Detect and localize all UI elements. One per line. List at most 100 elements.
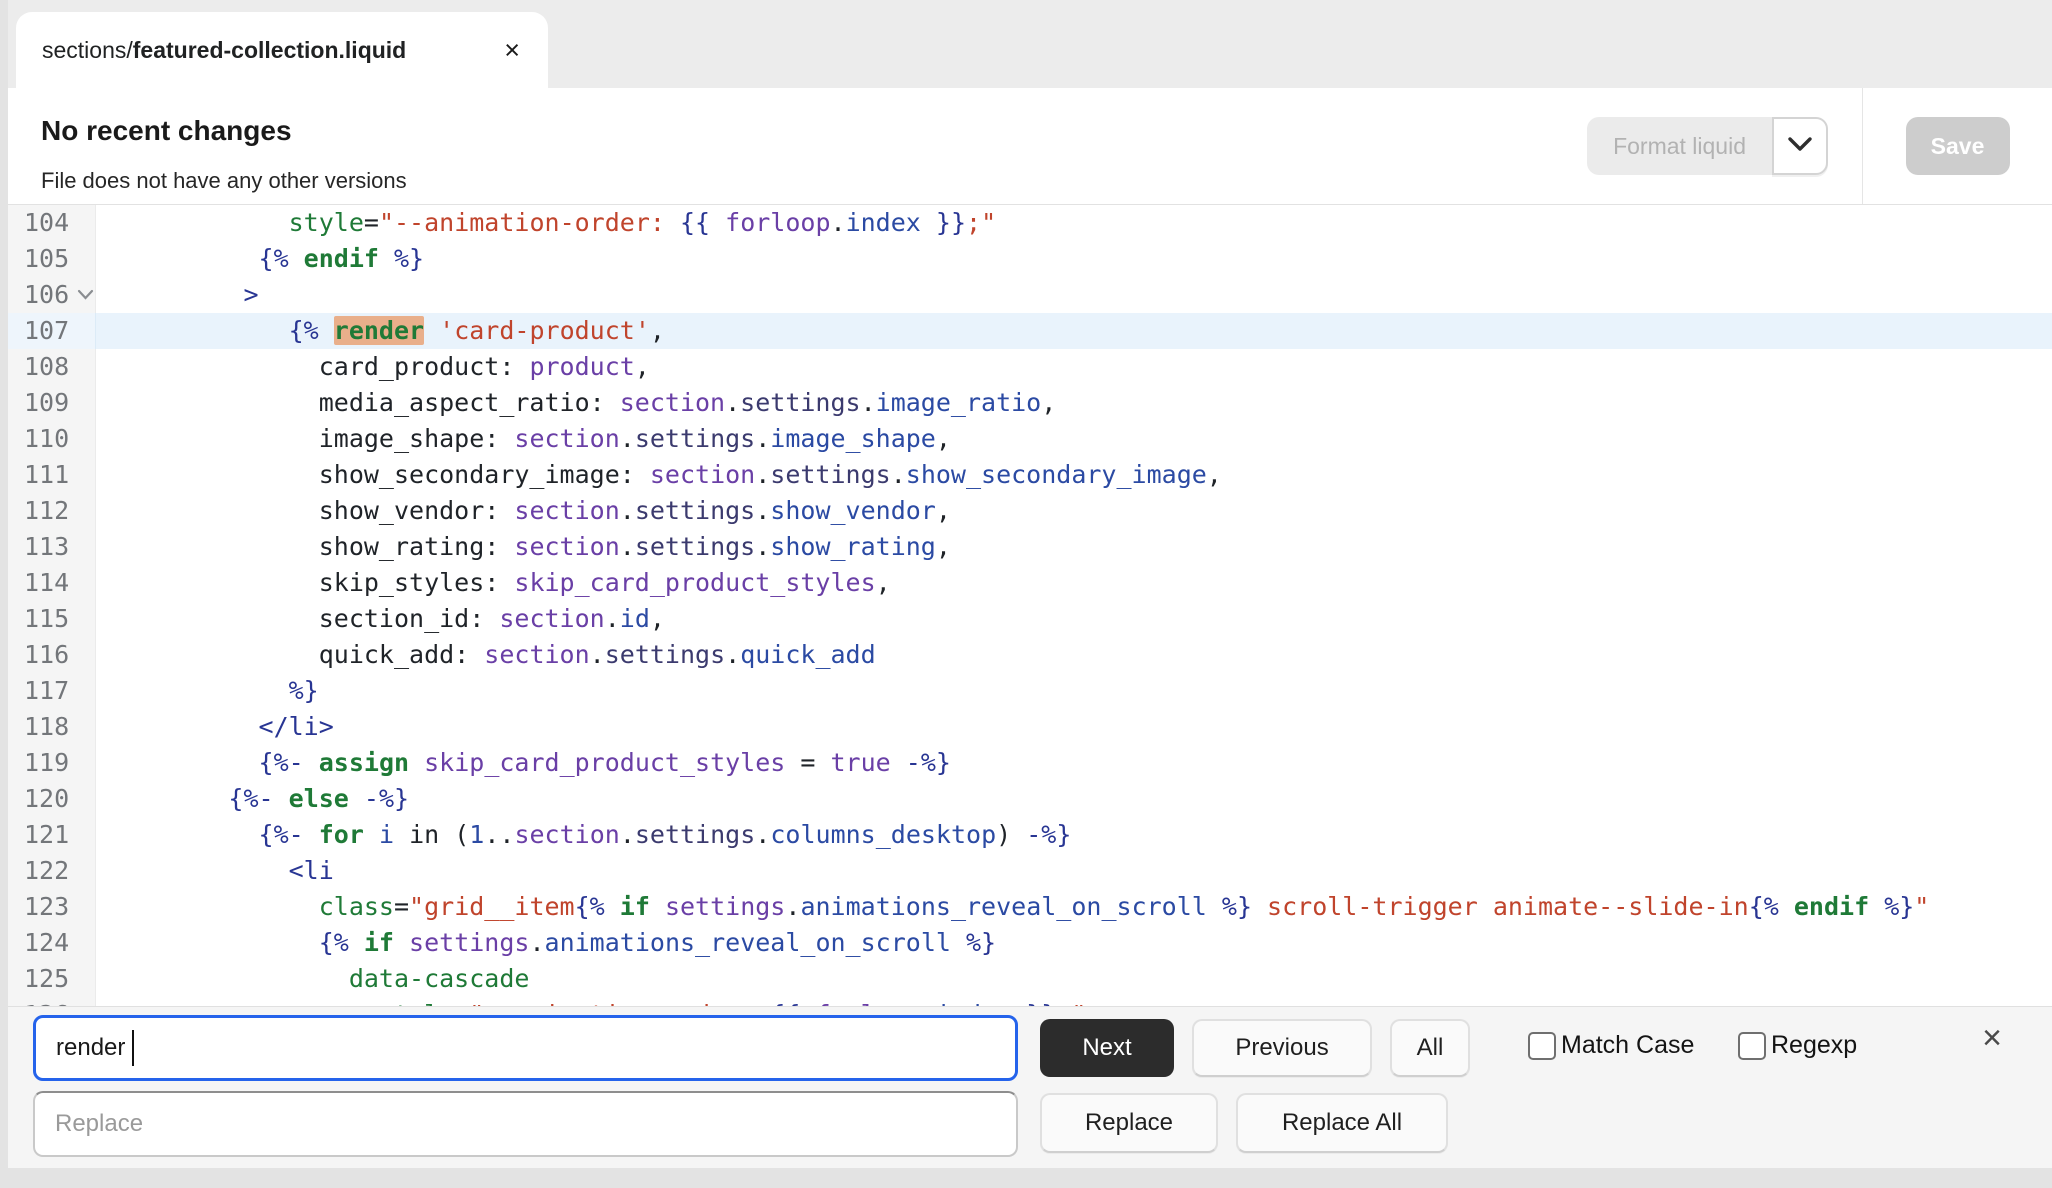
code-line-112[interactable]: 112 show_vendor: section.settings.show_v… (8, 493, 2052, 529)
text-cursor (132, 1030, 134, 1066)
code-line-104[interactable]: 104 style="--animation-order: {{ forloop… (8, 205, 2052, 241)
find-next-button[interactable]: Next (1040, 1019, 1174, 1077)
find-input-wrap (33, 1015, 1018, 1081)
code-line-114[interactable]: 114 skip_styles: skip_card_product_style… (8, 565, 2052, 601)
code-line-119[interactable]: 119 {%- assign skip_card_product_styles … (8, 745, 2052, 781)
match-case-checkbox[interactable] (1528, 1032, 1556, 1060)
code-text[interactable]: > (96, 277, 259, 313)
line-number: 108 (8, 349, 96, 385)
code-text[interactable]: quick_add: section.settings.quick_add (96, 637, 876, 673)
line-number: 115 (8, 601, 96, 637)
tab-featured-collection[interactable]: sections/featured-collection.liquid × (16, 12, 548, 88)
line-number: 118 (8, 709, 96, 745)
code-line-124[interactable]: 124 {% if settings.animations_reveal_on_… (8, 925, 2052, 961)
version-info: No recent changes File does not have any… (8, 88, 1587, 204)
line-number: 126 (8, 997, 96, 1006)
fold-chevron-icon[interactable] (77, 289, 94, 301)
page-title: No recent changes (41, 114, 1587, 148)
line-number: 107 (8, 313, 96, 349)
code-line-120[interactable]: 120 {%- else -%} (8, 781, 2052, 817)
code-text[interactable]: %} (96, 673, 319, 709)
code-text[interactable]: {%- assign skip_card_product_styles = tr… (96, 745, 951, 781)
save-button[interactable]: Save (1906, 117, 2010, 175)
format-liquid-button[interactable]: Format liquid (1587, 117, 1772, 175)
code-text[interactable]: {%- else -%} (96, 781, 409, 817)
code-text[interactable]: class="grid__item{% if settings.animatio… (96, 889, 1929, 925)
code-line-121[interactable]: 121 {%- for i in (1..section.settings.co… (8, 817, 2052, 853)
code-text[interactable]: section_id: section.id, (96, 601, 665, 637)
code-text[interactable]: media_aspect_ratio: section.settings.ima… (96, 385, 1056, 421)
line-number: 125 (8, 961, 96, 997)
line-number: 124 (8, 925, 96, 961)
code-line-126[interactable]: 126 style="--animation-order: {{ forloop… (8, 997, 2052, 1006)
code-text[interactable]: </li> (96, 709, 334, 745)
regexp-checkbox[interactable] (1738, 1032, 1766, 1060)
code-text[interactable]: style="--animation-order: {{ forloop.ind… (96, 997, 1086, 1006)
code-line-125[interactable]: 125 data-cascade (8, 961, 2052, 997)
line-number: 104 (8, 205, 96, 241)
line-number: 113 (8, 529, 96, 565)
code-editor[interactable]: 104 style="--animation-order: {{ forloop… (8, 205, 2052, 1006)
line-number: 114 (8, 565, 96, 601)
code-text[interactable]: show_vendor: section.settings.show_vendo… (96, 493, 951, 529)
line-number: 123 (8, 889, 96, 925)
code-text[interactable]: <li (96, 853, 334, 889)
code-text[interactable]: show_secondary_image: section.settings.s… (96, 457, 1222, 493)
tab-close-icon[interactable]: × (502, 37, 522, 64)
code-line-107[interactable]: 107 {% render 'card-product', (8, 313, 2052, 349)
format-liquid-dropdown[interactable] (1772, 117, 1828, 175)
close-icon[interactable]: × (1982, 1021, 2002, 1055)
editor-window: sections/featured-collection.liquid × No… (8, 0, 2052, 1168)
search-input[interactable] (33, 1015, 1018, 1081)
file-header: No recent changes File does not have any… (8, 88, 2052, 205)
format-liquid-group: Format liquid (1587, 88, 1828, 204)
replace-all-button[interactable]: Replace All (1236, 1093, 1448, 1153)
tab-bar: sections/featured-collection.liquid × (8, 0, 2052, 88)
line-number: 105 (8, 241, 96, 277)
line-number: 106 (8, 277, 96, 313)
code-line-106[interactable]: 106 > (8, 277, 2052, 313)
match-case-option[interactable]: Match Case (1528, 1031, 1694, 1060)
code-line-109[interactable]: 109 media_aspect_ratio: section.settings… (8, 385, 2052, 421)
line-number: 111 (8, 457, 96, 493)
chevron-down-icon (1787, 136, 1813, 157)
code-line-110[interactable]: 110 image_shape: section.settings.image_… (8, 421, 2052, 457)
code-line-113[interactable]: 113 show_rating: section.settings.show_r… (8, 529, 2052, 565)
code-text[interactable]: skip_styles: skip_card_product_styles, (96, 565, 891, 601)
code-text[interactable]: image_shape: section.settings.image_shap… (96, 421, 951, 457)
find-previous-button[interactable]: Previous (1192, 1019, 1372, 1077)
code-line-116[interactable]: 116 quick_add: section.settings.quick_ad… (8, 637, 2052, 673)
tab-label: sections/featured-collection.liquid (42, 37, 406, 64)
line-number: 110 (8, 421, 96, 457)
find-all-button[interactable]: All (1390, 1019, 1470, 1077)
replace-input[interactable] (33, 1091, 1018, 1157)
code-text[interactable]: {%- for i in (1..section.settings.column… (96, 817, 1071, 853)
regexp-option[interactable]: Regexp (1738, 1031, 1857, 1060)
code-line-108[interactable]: 108 card_product: product, (8, 349, 2052, 385)
code-line-118[interactable]: 118 </li> (8, 709, 2052, 745)
line-number: 109 (8, 385, 96, 421)
code-text[interactable]: {% render 'card-product', (96, 313, 665, 349)
page-subtitle: File does not have any other versions (41, 168, 1587, 194)
replace-button[interactable]: Replace (1040, 1093, 1218, 1153)
code-text[interactable]: show_rating: section.settings.show_ratin… (96, 529, 951, 565)
code-text[interactable]: data-cascade (96, 961, 529, 997)
code-line-117[interactable]: 117 %} (8, 673, 2052, 709)
code-line-115[interactable]: 115 section_id: section.id, (8, 601, 2052, 637)
code-line-111[interactable]: 111 show_secondary_image: section.settin… (8, 457, 2052, 493)
code-text[interactable]: {% endif %} (96, 241, 424, 277)
code-text[interactable]: {% if settings.animations_reveal_on_scro… (96, 925, 996, 961)
code-line-123[interactable]: 123 class="grid__item{% if settings.anim… (8, 889, 2052, 925)
line-number: 122 (8, 853, 96, 889)
code-text[interactable]: card_product: product, (96, 349, 650, 385)
find-replace-panel: Next Previous All Match Case Regexp × Re… (8, 1006, 2052, 1168)
code-line-105[interactable]: 105 {% endif %} (8, 241, 2052, 277)
match-case-label: Match Case (1561, 1031, 1694, 1060)
line-number: 121 (8, 817, 96, 853)
save-section: Save (1862, 88, 2052, 204)
line-number: 116 (8, 637, 96, 673)
code-text[interactable]: style="--animation-order: {{ forloop.ind… (96, 205, 996, 241)
code-line-122[interactable]: 122 <li (8, 853, 2052, 889)
line-number: 112 (8, 493, 96, 529)
line-number: 117 (8, 673, 96, 709)
